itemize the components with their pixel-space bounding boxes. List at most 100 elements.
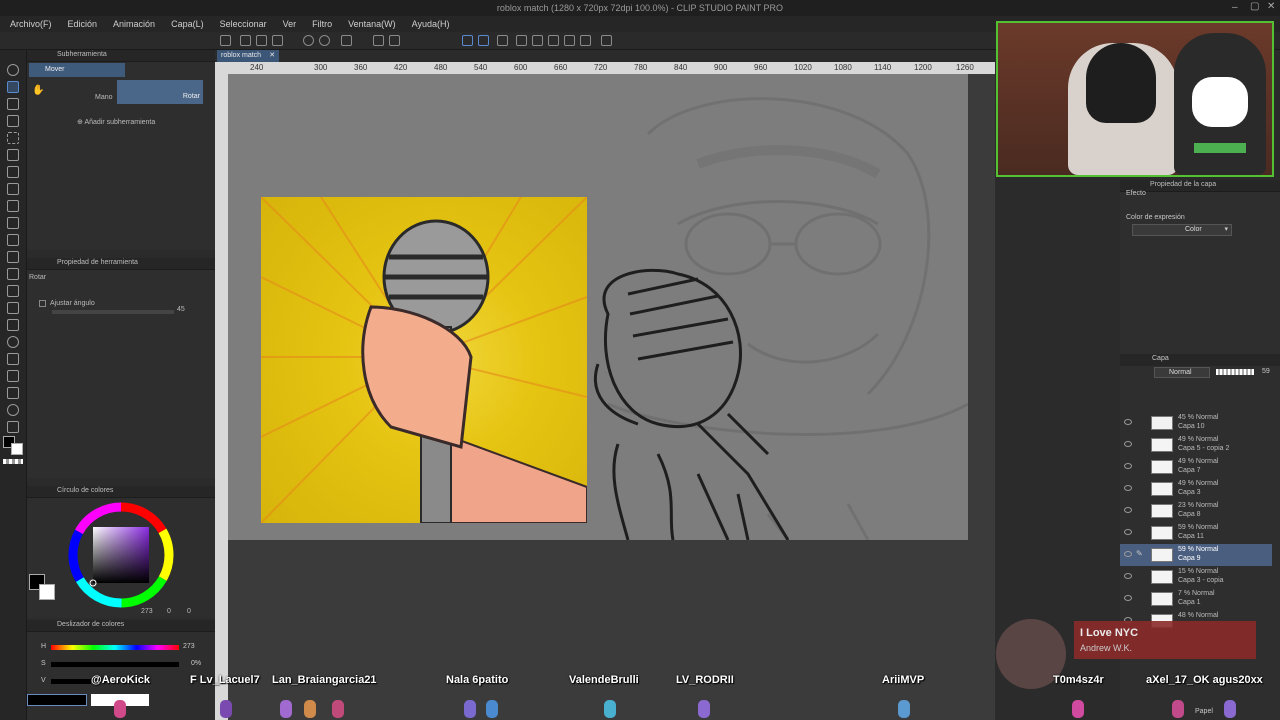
ruler-tick: 540	[474, 63, 488, 72]
home-icon[interactable]	[220, 35, 231, 46]
grid-icon[interactable]	[548, 35, 559, 46]
visibility-eye-icon[interactable]	[1124, 573, 1132, 579]
layer-row[interactable]: 45 % Normal Capa 10	[1120, 412, 1272, 434]
menu-ver[interactable]: Ver	[283, 19, 297, 29]
frame-border-icon[interactable]	[7, 353, 19, 365]
save-icon[interactable]	[272, 35, 283, 46]
slider-h-value[interactable]: 273	[183, 643, 195, 650]
figure-icon[interactable]	[7, 336, 19, 348]
clear-icon[interactable]	[341, 35, 352, 46]
layer-row[interactable]: 49 % Normal Capa 5 - copia 2	[1120, 434, 1272, 456]
value-slider[interactable]	[51, 679, 91, 684]
eraser-icon[interactable]	[7, 268, 19, 280]
visibility-eye-icon[interactable]	[1124, 419, 1132, 425]
snap-angle-checkbox[interactable]	[39, 300, 46, 307]
tool-property-panel: Propiedad de herramienta Rotar Ajustar á…	[27, 258, 215, 478]
undo-icon[interactable]	[303, 35, 314, 46]
menu-seleccionar[interactable]: Seleccionar	[220, 19, 267, 29]
menu-capa[interactable]: Capa(L)	[171, 19, 204, 29]
visibility-eye-icon[interactable]	[1124, 441, 1132, 447]
snap-special-icon[interactable]	[478, 35, 489, 46]
menu-animacion[interactable]: Animación	[113, 19, 155, 29]
visibility-eye-icon[interactable]	[1124, 507, 1132, 513]
paper-layer-label[interactable]: Papel	[1195, 708, 1213, 715]
panel-icon[interactable]	[601, 35, 612, 46]
layer-row-selected[interactable]: ✎ 59 % Normal Capa 9	[1120, 544, 1272, 566]
menu-edicion[interactable]: Edición	[68, 19, 98, 29]
ruler-icon[interactable]	[7, 370, 19, 382]
ruler-tick: 780	[634, 63, 648, 72]
operation-tool-icon[interactable]	[7, 98, 19, 110]
add-subtool-button[interactable]: ⊕ Añadir subherramienta	[77, 118, 155, 126]
visibility-eye-icon[interactable]	[1124, 529, 1132, 535]
visibility-eye-icon[interactable]	[1124, 551, 1132, 557]
visibility-eye-icon[interactable]	[1124, 595, 1132, 601]
subtool-mode-left[interactable]: Mano	[95, 94, 113, 101]
rotate-subtool-item[interactable]: Rotar	[117, 80, 203, 104]
brush-tool-icon[interactable]	[7, 217, 19, 229]
pen-tool-icon[interactable]	[7, 183, 19, 195]
opacity-value[interactable]: 59	[1262, 368, 1270, 375]
minimize-button[interactable]: –	[1232, 2, 1238, 13]
move-layer-icon[interactable]	[7, 115, 19, 127]
maximize-button[interactable]: ▢	[1250, 1, 1259, 12]
visibility-eye-icon[interactable]	[1124, 485, 1132, 491]
hue-slider[interactable]	[51, 645, 179, 650]
saturation-slider[interactable]	[51, 662, 179, 667]
snap-angle-value[interactable]: 45	[177, 306, 185, 313]
close-button[interactable]: ✕	[1267, 1, 1275, 12]
subtool-active-item[interactable]: Mover	[29, 63, 125, 77]
tab-close-icon[interactable]: ✕	[269, 50, 275, 62]
move-tool-icon[interactable]	[7, 81, 19, 93]
bottom-main-swatch[interactable]	[27, 694, 87, 706]
opacity-slider[interactable]	[1216, 369, 1254, 375]
fill-tool-icon[interactable]	[7, 302, 19, 314]
expression-color-dropdown[interactable]: Color ▾	[1132, 224, 1232, 236]
pen-icon[interactable]	[497, 35, 508, 46]
blend-mode-dropdown[interactable]: Normal	[1154, 367, 1210, 378]
menu-ayuda[interactable]: Ayuda(H)	[412, 19, 450, 29]
selection-tool-icon[interactable]	[7, 132, 19, 144]
drawing-canvas[interactable]	[228, 74, 968, 540]
decoration-icon[interactable]	[7, 251, 19, 263]
auto-select-icon[interactable]	[7, 149, 19, 161]
slider-s-value[interactable]: 0%	[191, 660, 201, 667]
layer-row[interactable]: 7 % Normal Capa 1	[1120, 588, 1272, 610]
new-file-icon[interactable]	[240, 35, 251, 46]
color-sub-swatch[interactable]	[39, 584, 55, 600]
blend-icon[interactable]	[7, 285, 19, 297]
guide-icon[interactable]	[564, 35, 575, 46]
fill-icon[interactable]	[373, 35, 384, 46]
snap-angle-slider[interactable]	[52, 310, 174, 314]
snap-ruler-icon[interactable]	[462, 35, 473, 46]
frame-icon[interactable]	[580, 35, 591, 46]
correct-line-icon[interactable]	[7, 421, 19, 433]
visibility-eye-icon[interactable]	[1124, 463, 1132, 469]
transform-icon[interactable]	[389, 35, 400, 46]
sub-color-swatch[interactable]	[11, 443, 23, 455]
pencil-tool-icon[interactable]	[7, 200, 19, 212]
canvas-tab[interactable]: roblox match ✕	[217, 50, 280, 62]
layer-row[interactable]: 59 % Normal Capa 11	[1120, 522, 1272, 544]
eyedropper-icon[interactable]	[7, 166, 19, 178]
layer-row[interactable]: 49 % Normal Capa 7	[1120, 456, 1272, 478]
transparent-swatch[interactable]	[3, 459, 23, 464]
zoom-tool-icon[interactable]	[7, 64, 19, 76]
airbrush-icon[interactable]	[7, 234, 19, 246]
layer-row[interactable]: 15 % Normal Capa 3 - copia	[1120, 566, 1272, 588]
text-tool-icon[interactable]	[7, 387, 19, 399]
color-wheel[interactable]	[67, 501, 175, 609]
vertical-ruler	[215, 62, 228, 720]
balloon-icon[interactable]	[7, 404, 19, 416]
subtool-header-label: Subherramienta	[57, 51, 107, 58]
layer-row[interactable]: 49 % Normal Capa 3	[1120, 478, 1272, 500]
menu-ventana[interactable]: Ventana(W)	[348, 19, 396, 29]
menu-filtro[interactable]: Filtro	[312, 19, 332, 29]
crop-icon[interactable]	[516, 35, 527, 46]
layer-row[interactable]: 23 % Normal Capa 8	[1120, 500, 1272, 522]
gradient-icon[interactable]	[7, 319, 19, 331]
redo-icon[interactable]	[319, 35, 330, 46]
open-file-icon[interactable]	[256, 35, 267, 46]
menu-archivo[interactable]: Archivo(F)	[10, 19, 52, 29]
select-icon[interactable]	[532, 35, 543, 46]
